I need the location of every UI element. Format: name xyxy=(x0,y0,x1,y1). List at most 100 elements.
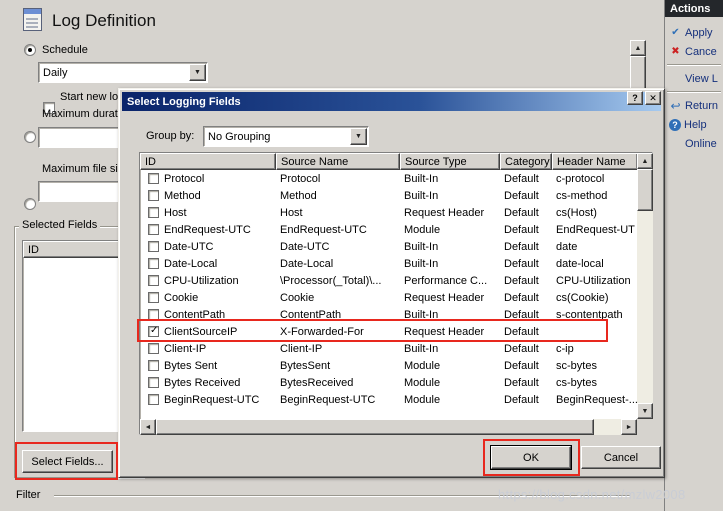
field-source-name: BytesReceived xyxy=(276,377,400,389)
dropdown-arrow-icon[interactable] xyxy=(189,64,206,81)
field-source-type: Request Header xyxy=(400,292,500,304)
max-file-size-input[interactable] xyxy=(38,181,123,202)
field-header-name: c-protocol xyxy=(552,173,638,185)
max-file-size-radio[interactable] xyxy=(24,198,36,210)
watermark: https://blog.csdn.net/mzlw2008 xyxy=(498,487,686,502)
column-header-header-name[interactable]: Header Name xyxy=(552,153,638,170)
field-checkbox[interactable] xyxy=(148,258,159,269)
field-checkbox[interactable] xyxy=(148,326,159,337)
field-category: Default xyxy=(500,258,552,270)
scroll-up-icon[interactable] xyxy=(637,153,653,169)
cancel-icon xyxy=(669,45,682,58)
field-id-cell: Bytes Sent xyxy=(140,360,276,372)
schedule-radio[interactable] xyxy=(24,44,36,56)
field-id-label: Method xyxy=(164,190,201,202)
field-id-label: Date-Local xyxy=(164,258,217,270)
column-header-id[interactable]: ID xyxy=(140,153,276,170)
scroll-left-icon[interactable] xyxy=(140,419,156,435)
field-row-cookie[interactable]: CookieCookieRequest HeaderDefaultcs(Cook… xyxy=(140,289,638,306)
field-source-name: Host xyxy=(276,207,400,219)
field-checkbox[interactable] xyxy=(148,241,159,252)
field-checkbox[interactable] xyxy=(148,224,159,235)
field-header-name: BeginRequest-... xyxy=(552,394,638,406)
fields-table-body: ProtocolProtocolBuilt-InDefaultc-protoco… xyxy=(140,170,638,408)
action-apply[interactable]: Apply xyxy=(665,23,723,42)
scroll-up-icon[interactable] xyxy=(630,40,646,56)
field-row-bytes-received[interactable]: Bytes ReceivedBytesReceivedModuleDefault… xyxy=(140,374,638,391)
table-hscrollbar-thumb[interactable] xyxy=(156,419,594,435)
actions-separator xyxy=(667,64,721,66)
field-checkbox[interactable] xyxy=(148,360,159,371)
field-source-name: Client-IP xyxy=(276,343,400,355)
dialog-title: Select Logging Fields xyxy=(127,96,241,108)
field-source-type: Built-In xyxy=(400,173,500,185)
column-header-category[interactable]: Category xyxy=(500,153,552,170)
max-duration-input[interactable] xyxy=(38,127,123,148)
field-row-host[interactable]: HostHostRequest HeaderDefaultcs(Host) xyxy=(140,204,638,221)
field-source-name: Date-UTC xyxy=(276,241,400,253)
field-header-name: cs-bytes xyxy=(552,377,638,389)
table-vertical-scrollbar[interactable] xyxy=(637,153,653,419)
field-id-label: Host xyxy=(164,207,187,219)
field-row-client-ip[interactable]: Client-IPClient-IPBuilt-InDefaultc-ip xyxy=(140,340,638,357)
column-header-source-name[interactable]: Source Name xyxy=(276,153,400,170)
dialog-close-button[interactable]: ✕ xyxy=(645,91,661,105)
field-checkbox[interactable] xyxy=(148,275,159,286)
action-return[interactable]: Return xyxy=(665,96,723,115)
dialog-help-button[interactable]: ? xyxy=(627,91,643,105)
table-scrollbar-thumb[interactable] xyxy=(637,169,653,211)
field-header-name: CPU-Utilization xyxy=(552,275,638,287)
field-row-endrequest-utc[interactable]: EndRequest-UTCEndRequest-UTCModuleDefaul… xyxy=(140,221,638,238)
action-cance[interactable]: Cance xyxy=(665,42,723,61)
action-label: Apply xyxy=(685,27,713,39)
field-row-beginrequest-utc[interactable]: BeginRequest-UTCBeginRequest-UTCModuleDe… xyxy=(140,391,638,408)
max-duration-radio[interactable] xyxy=(24,131,36,143)
field-checkbox[interactable] xyxy=(148,394,159,405)
field-id-cell: CPU-Utilization xyxy=(140,275,276,287)
field-row-clientsourceip[interactable]: ClientSourceIPX-Forwarded-ForRequest Hea… xyxy=(140,323,638,340)
field-category: Default xyxy=(500,309,552,321)
logging-fields-table: IDSource NameSource TypeCategoryHeader N… xyxy=(139,152,653,435)
action-label: View L xyxy=(685,73,718,85)
field-source-type: Module xyxy=(400,360,500,372)
group-by-combo[interactable]: No Grouping xyxy=(203,126,369,147)
field-row-cpu-utilization[interactable]: CPU-Utilization\Processor(_Total)\...Per… xyxy=(140,272,638,289)
action-help[interactable]: Help xyxy=(665,115,723,134)
field-id-label: Protocol xyxy=(164,173,204,185)
dialog-titlebar[interactable]: Select Logging Fields xyxy=(122,92,661,111)
field-row-date-local[interactable]: Date-LocalDate-LocalBuilt-InDefaultdate-… xyxy=(140,255,638,272)
schedule-label: Schedule xyxy=(42,44,88,56)
field-category: Default xyxy=(500,241,552,253)
field-checkbox[interactable] xyxy=(148,173,159,184)
scroll-right-icon[interactable] xyxy=(621,419,637,435)
field-checkbox[interactable] xyxy=(148,190,159,201)
field-row-bytes-sent[interactable]: Bytes SentBytesSentModuleDefaultsc-bytes xyxy=(140,357,638,374)
selected-fields-legend: Selected Fields xyxy=(19,219,100,231)
action-view-l[interactable]: View L xyxy=(665,69,723,88)
field-row-date-utc[interactable]: Date-UTCDate-UTCBuilt-InDefaultdate xyxy=(140,238,638,255)
ok-button[interactable]: OK xyxy=(491,446,571,469)
field-row-protocol[interactable]: ProtocolProtocolBuilt-InDefaultc-protoco… xyxy=(140,170,638,187)
scroll-down-icon[interactable] xyxy=(637,403,653,419)
action-online[interactable]: Online xyxy=(665,134,723,153)
dropdown-arrow-icon[interactable] xyxy=(350,128,367,145)
cancel-button[interactable]: Cancel xyxy=(581,446,661,469)
field-checkbox[interactable] xyxy=(148,309,159,320)
table-horizontal-scrollbar[interactable] xyxy=(140,419,637,435)
field-checkbox[interactable] xyxy=(148,377,159,388)
field-checkbox[interactable] xyxy=(148,292,159,303)
field-row-contentpath[interactable]: ContentPathContentPathBuilt-InDefaults-c… xyxy=(140,306,638,323)
icon-spacer xyxy=(669,137,682,150)
action-label: Online xyxy=(685,138,717,150)
action-label: Help xyxy=(684,119,707,131)
actions-panel-header: Actions xyxy=(665,0,723,17)
column-header-source-type[interactable]: Source Type xyxy=(400,153,500,170)
schedule-combo[interactable]: Daily xyxy=(38,62,208,83)
field-row-method[interactable]: MethodMethodBuilt-InDefaultcs-method xyxy=(140,187,638,204)
actions-list: Apply Cance View L Return Help Online xyxy=(665,17,723,153)
field-checkbox[interactable] xyxy=(148,207,159,218)
select-fields-button[interactable]: Select Fields... xyxy=(22,450,113,473)
field-id-cell: Date-Local xyxy=(140,258,276,270)
field-id-label: Bytes Received xyxy=(164,377,240,389)
field-checkbox[interactable] xyxy=(148,343,159,354)
